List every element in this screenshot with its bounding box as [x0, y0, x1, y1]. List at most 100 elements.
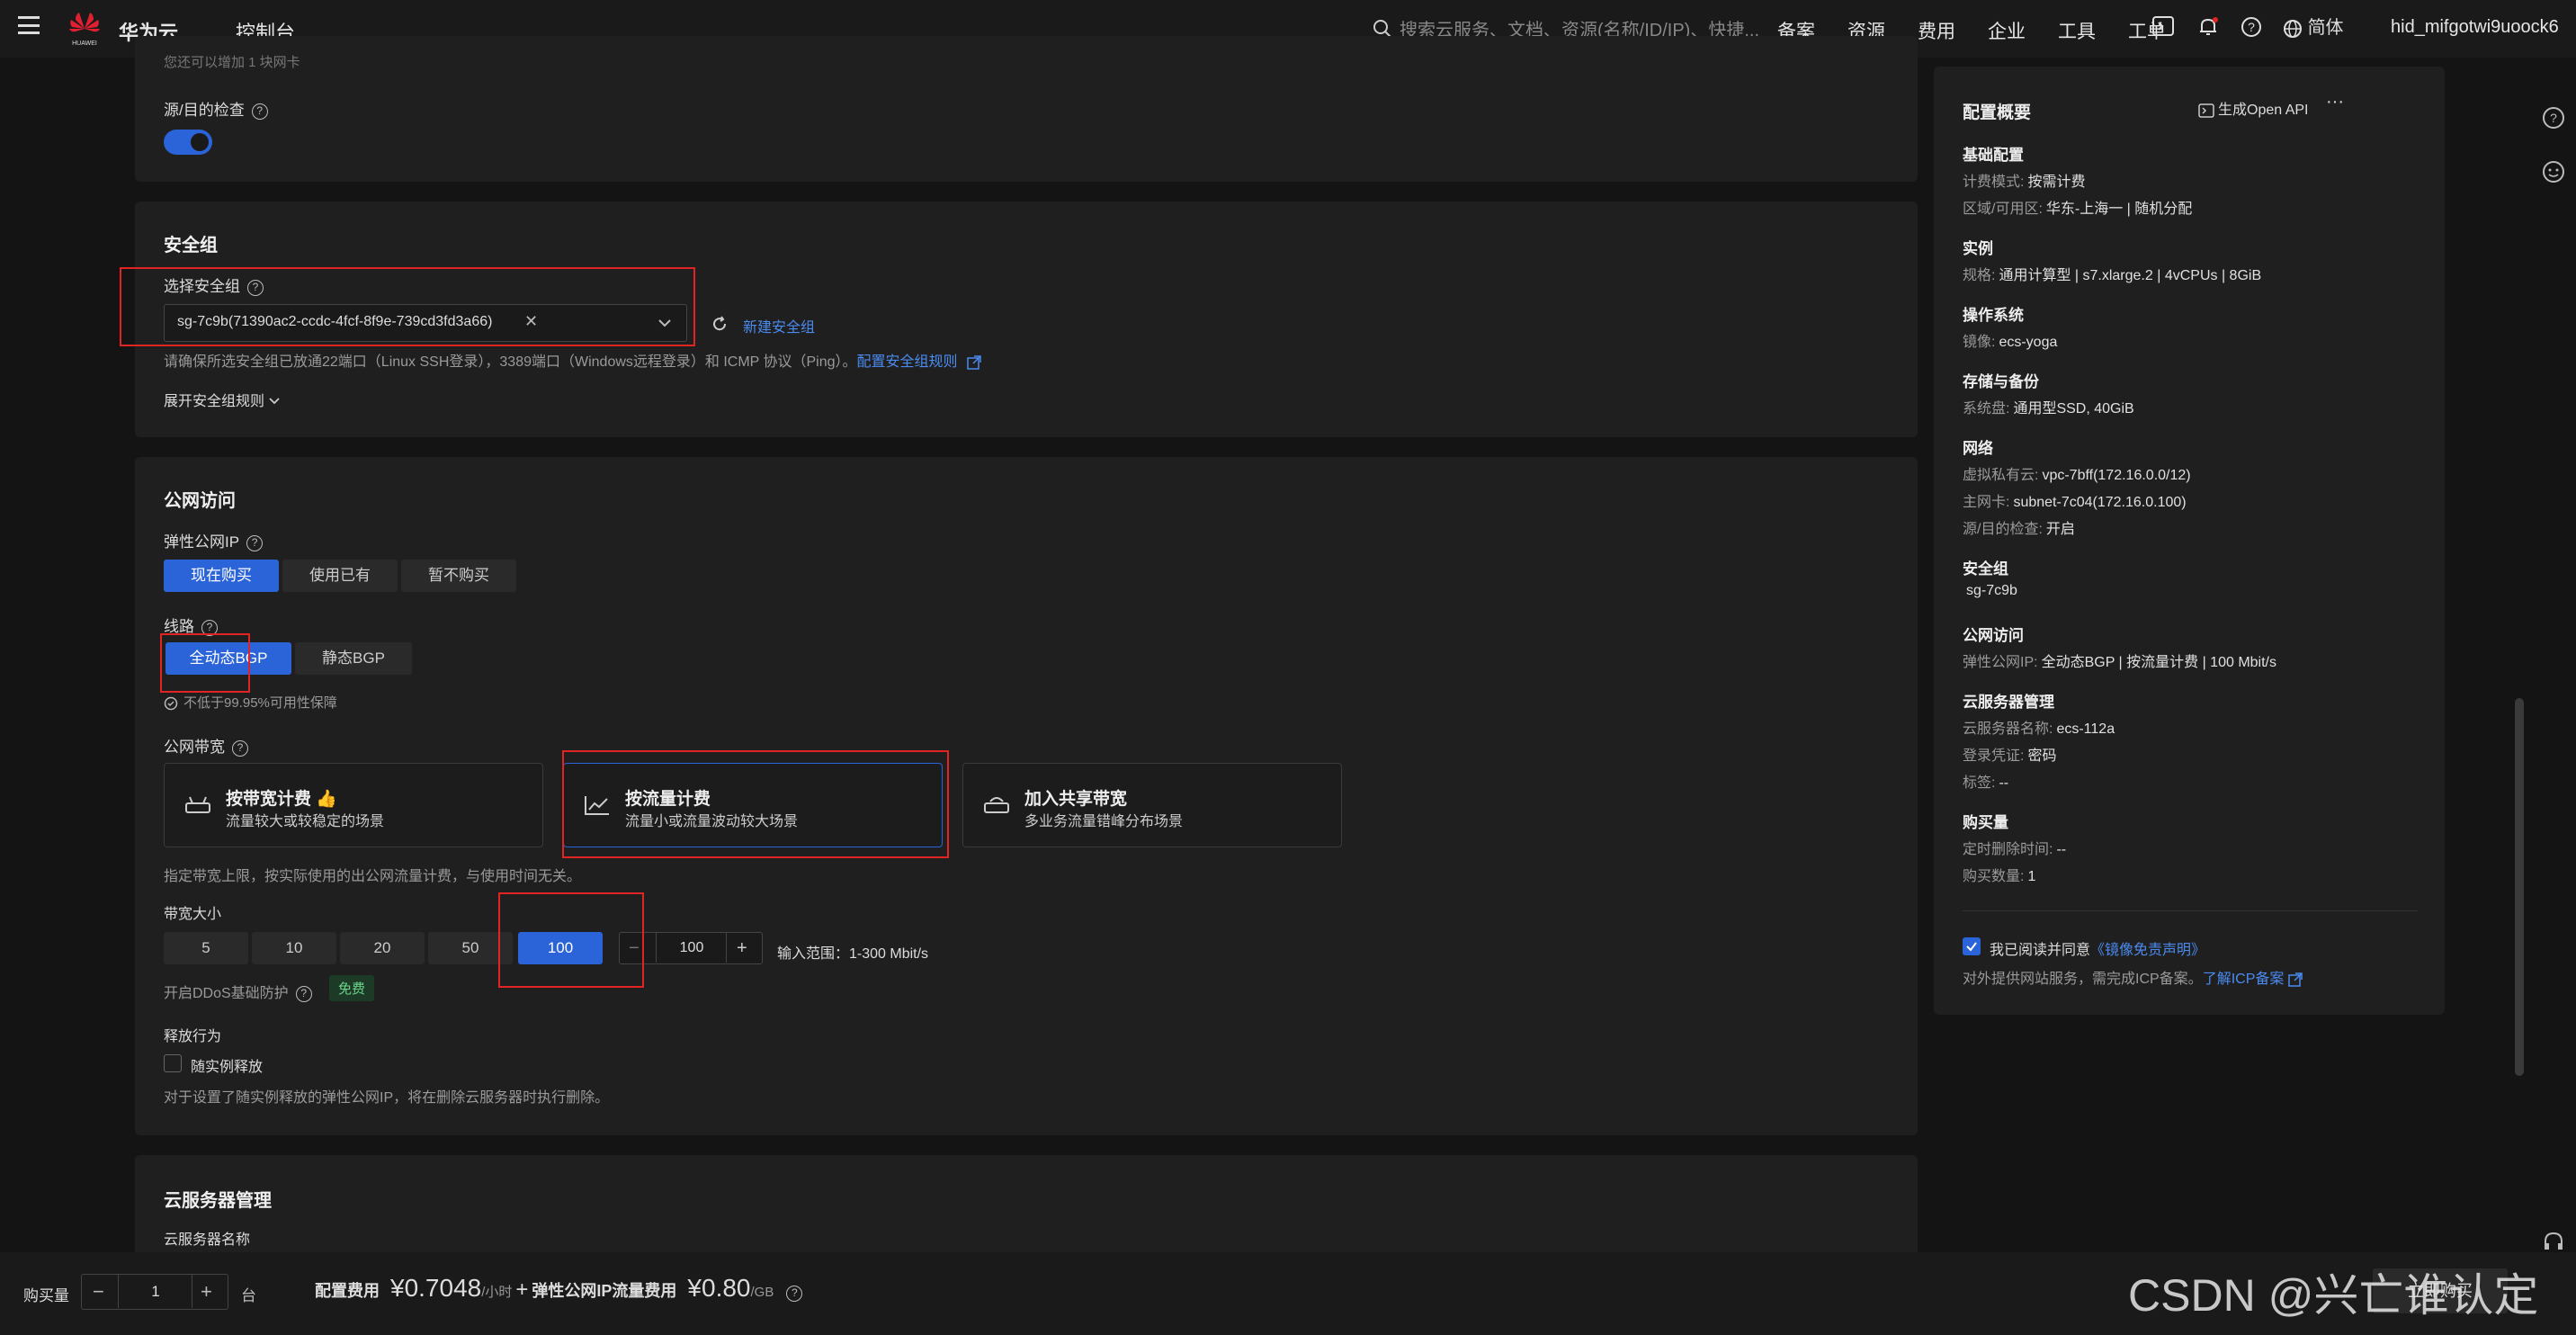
plus-icon[interactable]: +: [201, 1280, 212, 1304]
help-icon[interactable]: ?: [295, 985, 312, 1002]
summary-row: 定时删除时间: --: [1963, 837, 2066, 858]
summary-section-title: 安全组: [1963, 560, 2008, 578]
icp-note: 对外提供网站服务，需完成ICP备案。了解ICP备案: [1963, 966, 2303, 988]
sg-rules-link[interactable]: 配置安全组规则: [857, 354, 958, 370]
summary-row: 云服务器名称: ecs-112a: [1963, 716, 2115, 738]
nav-billing[interactable]: 费用: [1918, 17, 1955, 44]
external-link-icon[interactable]: [2288, 972, 2303, 987]
summary-row-key: 镜像:: [1963, 335, 1996, 350]
nav-enterprise[interactable]: 企业: [1988, 17, 2026, 44]
plus-icon[interactable]: +: [737, 938, 747, 959]
huawei-logo[interactable]: HUAWEI: [67, 9, 103, 49]
feedback-smile-icon[interactable]: [2542, 160, 2565, 184]
summary-row-value: 华东-上海一 | 随机分配: [2045, 202, 2193, 217]
summary-row-key: 登录凭证:: [1963, 748, 2025, 764]
fee-label: 配置费用: [315, 1282, 380, 1300]
summary-row: sg-7c9b: [1963, 583, 2017, 599]
summary-row-key: 标签:: [1963, 775, 1996, 791]
highlight-box: [562, 750, 949, 858]
summary-row-key: 源/目的检查:: [1963, 522, 2043, 537]
summary-row-value: subnet-7c04(172.16.0.100): [2013, 495, 2187, 510]
minus-icon[interactable]: −: [93, 1280, 104, 1304]
bw-size-20[interactable]: 20: [340, 932, 425, 964]
icp-link[interactable]: 了解ICP备案: [2203, 972, 2285, 987]
summary-title: 配置概要: [1963, 103, 2032, 122]
network-card-section: 您还可以增加 1 块网卡 源/目的检查?: [135, 36, 1918, 182]
release-checkbox[interactable]: [164, 1054, 182, 1072]
new-sg-link[interactable]: 新建安全组: [743, 315, 815, 336]
headset-icon[interactable]: [2542, 1231, 2565, 1254]
bw-range: 输入范围：1-300 Mbit/s: [777, 946, 929, 962]
summary-row-value: 密码: [2027, 748, 2057, 764]
terminal-icon: [2198, 103, 2214, 118]
help-float-icon[interactable]: ?: [2542, 106, 2565, 130]
more-icon[interactable]: ···: [2326, 92, 2344, 112]
plus-sign: +: [515, 1277, 529, 1302]
chevron-down-icon: [269, 398, 281, 405]
line-static-bgp[interactable]: 静态BGP: [295, 642, 412, 675]
eip-use-existing[interactable]: 使用已有: [282, 560, 398, 592]
summary-row: 弹性公网IP: 全动态BGP | 按流量计费 | 100 Mbit/s: [1963, 650, 2276, 671]
agree-checkbox[interactable]: [1963, 937, 1981, 955]
language-switch[interactable]: 简体: [2283, 16, 2364, 40]
check-circle-icon: [164, 696, 178, 711]
disclaimer-link[interactable]: 《镜像免责声明》: [2090, 943, 2205, 958]
summary-row-key: 购买数量:: [1963, 869, 2025, 884]
summary-row: 主网卡: subnet-7c04(172.16.0.100): [1963, 489, 2187, 511]
terminal-icon[interactable]: [2151, 16, 2175, 40]
summary-row: 计费模式: 按需计费: [1963, 169, 2085, 191]
free-badge: 免费: [329, 975, 375, 1001]
bandwidth-label: 公网带宽?: [164, 734, 248, 757]
summary-row-value: 全动态BGP | 按流量计费 | 100 Mbit/s: [2041, 655, 2276, 670]
eip-not-buy[interactable]: 暂不购买: [401, 560, 516, 592]
bw-size-10[interactable]: 10: [252, 932, 336, 964]
summary-row: 规格: 通用计算型 | s7.xlarge.2 | 4vCPUs | 8GiB: [1963, 263, 2261, 284]
section-title: 安全组: [164, 236, 218, 255]
card-title: 加入共享带宽: [1024, 790, 1128, 809]
summary-section-title: 网络: [1963, 440, 1993, 457]
qty-input[interactable]: 1: [120, 1283, 192, 1301]
bandwidth-size-label: 带宽大小: [164, 907, 222, 922]
open-api-button[interactable]: 生成Open API: [2198, 97, 2309, 119]
section-title: 公网访问: [164, 491, 236, 511]
lang-label: 简体: [2307, 18, 2344, 38]
watermark: CSDN @兴亡谁认定: [2128, 1270, 2539, 1321]
nav-tools[interactable]: 工具: [2058, 17, 2096, 44]
help-icon[interactable]: ?: [786, 1286, 803, 1302]
help-icon[interactable]: ?: [246, 534, 264, 551]
bw-card-bandwidth[interactable]: 按带宽计费 👍 流量较大或较稳定的场景: [164, 763, 543, 847]
expand-sg-rules[interactable]: 展开安全组规则: [164, 389, 281, 410]
bw-size-5[interactable]: 5: [164, 932, 248, 964]
help-icon[interactable]: ?: [251, 103, 268, 120]
highlight-box: [498, 892, 644, 988]
fee-unit: /小时: [481, 1285, 513, 1300]
scrollbar[interactable]: [2515, 698, 2524, 1076]
summary-row: 镜像: ecs-yoga: [1963, 329, 2057, 351]
user-account[interactable]: hid_mifgotwi9uoock6: [2391, 17, 2559, 38]
bell-icon[interactable]: [2196, 16, 2220, 40]
bandwidth-hint: 指定带宽上限，按实际使用的出公网流量计费，与使用时间无关。: [164, 869, 582, 884]
summary-row: 登录凭证: 密码: [1963, 743, 2056, 765]
highlight-box: [120, 267, 695, 346]
summary-row-value: 通用计算型 | s7.xlarge.2 | 4vCPUs | 8GiB: [1999, 268, 2262, 283]
summary-row-value: 按需计费: [2027, 175, 2086, 190]
summary-row-value: 通用型SSD, 40GiB: [2013, 401, 2134, 417]
bw-value-input[interactable]: 100: [657, 940, 726, 956]
svg-text:?: ?: [2248, 20, 2255, 34]
sg-hint: 请确保所选安全组已放通22端口（Linux SSH登录），3389端口（Wind…: [164, 349, 981, 371]
summary-row-value: --: [2056, 842, 2067, 857]
help-icon[interactable]: ?: [232, 739, 248, 757]
qty-unit: 台: [241, 1287, 256, 1304]
help-icon[interactable]: ?: [2240, 16, 2263, 40]
src-dst-toggle[interactable]: [164, 130, 212, 155]
src-dst-check-label: 源/目的检查?: [164, 97, 268, 120]
menu-icon[interactable]: [18, 16, 40, 34]
summary-row-key: 弹性公网IP:: [1963, 655, 2038, 670]
eip-buy-now[interactable]: 现在购买: [164, 560, 279, 592]
price-summary: 配置费用 ¥0.7048 /小时 + 弹性公网IP流量费用 ¥0.80 /GB …: [315, 1274, 803, 1303]
bw-card-shared[interactable]: 加入共享带宽 多业务流量错峰分布场景: [962, 763, 1342, 847]
refresh-icon[interactable]: [711, 315, 729, 333]
external-link-icon[interactable]: [967, 355, 981, 370]
ddos-label: 开启DDoS基础防护?: [164, 981, 312, 1002]
summary-row-key: 云服务器名称:: [1963, 721, 2053, 737]
